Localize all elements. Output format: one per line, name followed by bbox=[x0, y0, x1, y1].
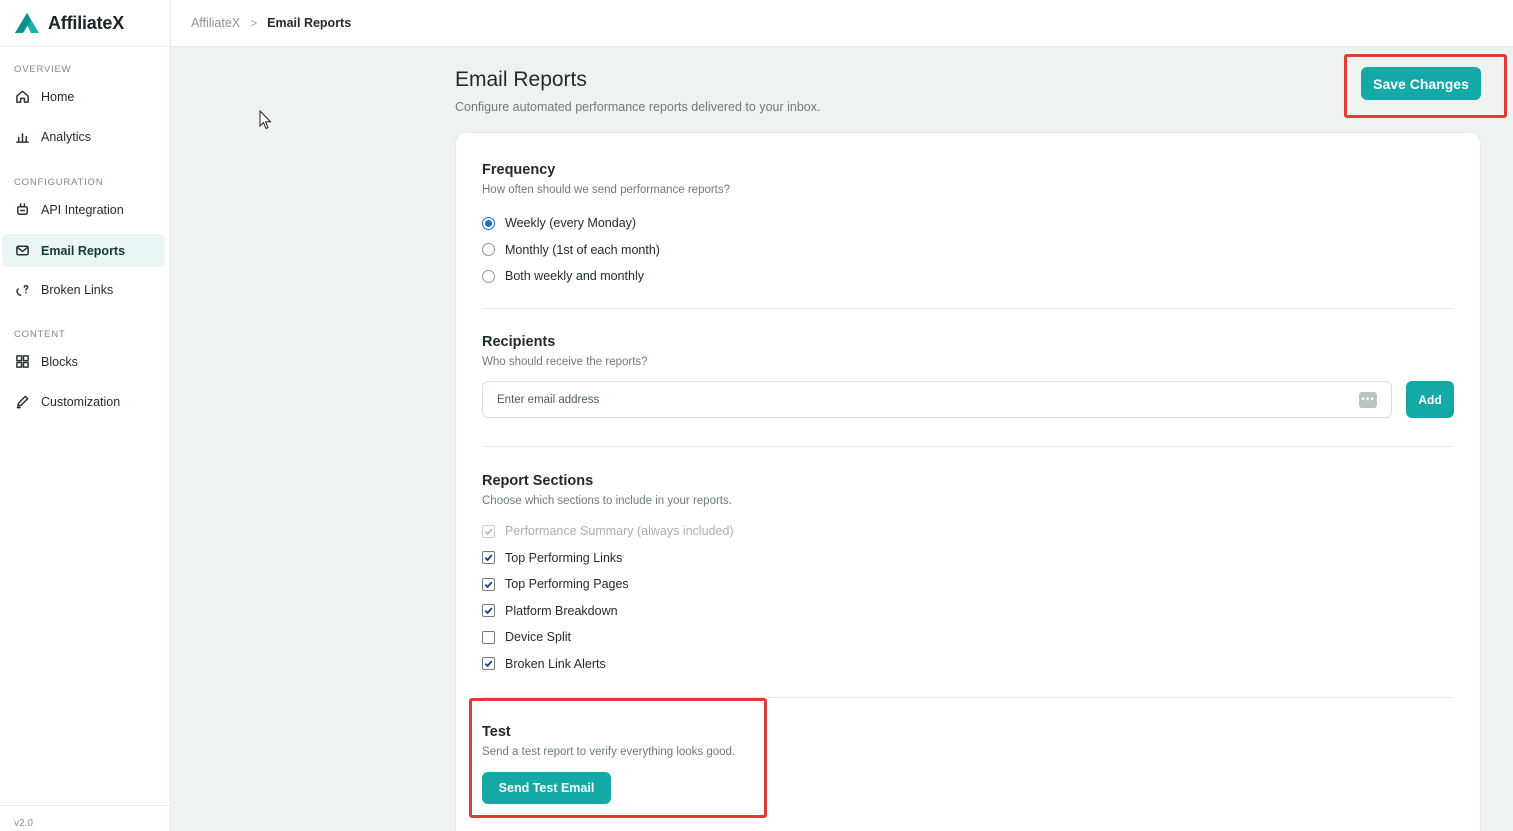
recipients-title: Recipients bbox=[482, 334, 556, 350]
email-field-placeholder: Enter email address bbox=[497, 393, 600, 406]
sidebar-item-api-integration[interactable]: API Integration bbox=[2, 193, 165, 226]
app-version: v2.0 bbox=[0, 805, 170, 831]
page-subtitle: Configure automated performance reports … bbox=[455, 100, 821, 114]
frequency-section: Frequency How often should we send perfo… bbox=[482, 162, 1454, 290]
sidebar-item-email-reports[interactable]: Email Reports bbox=[2, 234, 165, 267]
report-section-top-pages[interactable]: Top Performing Pages bbox=[482, 571, 1454, 598]
brand-name: AffiliateX bbox=[48, 12, 125, 33]
section-divider bbox=[482, 446, 1454, 447]
frequency-option-weekly[interactable]: Weekly (every Monday) bbox=[482, 210, 1454, 237]
report-sections-title: Report Sections bbox=[482, 473, 594, 489]
breadcrumb-root[interactable]: AffiliateX bbox=[191, 16, 240, 30]
checkbox[interactable] bbox=[482, 577, 495, 591]
report-section-label: Top Performing Links bbox=[505, 550, 623, 565]
recipients-subtitle: Who should receive the reports? bbox=[482, 356, 648, 368]
report-section-performance-summary: Performance Summary (always included) bbox=[482, 518, 1454, 545]
checkbox[interactable] bbox=[482, 630, 495, 644]
report-sections-subtitle: Choose which sections to include in your… bbox=[482, 495, 732, 507]
brand[interactable]: AffiliateX bbox=[0, 0, 170, 47]
grid-icon bbox=[14, 354, 30, 370]
save-changes-button[interactable]: Save Changes bbox=[1361, 67, 1481, 100]
breadcrumb-current: Email Reports bbox=[267, 16, 352, 30]
report-section-label: Performance Summary (always included) bbox=[505, 524, 734, 539]
page-title: Email Reports bbox=[455, 68, 587, 91]
test-highlight-outline bbox=[469, 698, 767, 818]
add-recipient-button[interactable]: Add bbox=[1406, 381, 1454, 418]
frequency-title: Frequency bbox=[482, 162, 556, 178]
sidebar-item-blocks[interactable]: Blocks bbox=[2, 345, 165, 378]
sidebar-item-label: Home bbox=[41, 89, 75, 104]
bar-chart-icon bbox=[14, 129, 30, 145]
page-header: Email Reports Configure automated perfor… bbox=[455, 68, 820, 114]
email-field[interactable]: Enter email address ••• bbox=[482, 381, 1393, 418]
checkbox[interactable] bbox=[482, 604, 495, 618]
radio-button[interactable] bbox=[482, 243, 495, 257]
report-section-label: Device Split bbox=[505, 630, 571, 645]
nav-section-content: CONTENT bbox=[14, 329, 66, 340]
radio-button[interactable] bbox=[482, 216, 495, 230]
mouse-cursor-icon bbox=[259, 110, 272, 130]
checkbox bbox=[482, 524, 495, 538]
nav-section-overview: OVERVIEW bbox=[14, 64, 72, 75]
radio-button[interactable] bbox=[482, 269, 495, 283]
checkbox[interactable] bbox=[482, 551, 495, 565]
broken-link-icon bbox=[14, 282, 30, 298]
pencil-icon bbox=[14, 394, 30, 410]
report-section-top-links[interactable]: Top Performing Links bbox=[482, 545, 1454, 572]
recipients-section: Recipients Who should receive the report… bbox=[482, 334, 1454, 418]
report-section-device-split[interactable]: Device Split bbox=[482, 624, 1454, 651]
frequency-option-label: Both weekly and monthly bbox=[505, 269, 644, 284]
sidebar-item-label: Customization bbox=[41, 394, 121, 409]
sidebar-item-home[interactable]: Home bbox=[2, 80, 165, 113]
sidebar-item-broken-links[interactable]: Broken Links bbox=[2, 273, 165, 306]
sidebar-item-label: Email Reports bbox=[41, 243, 126, 258]
frequency-subtitle: How often should we send performance rep… bbox=[482, 184, 731, 196]
report-section-label: Broken Link Alerts bbox=[505, 656, 606, 671]
breadcrumb: AffiliateX > Email Reports bbox=[171, 0, 1513, 47]
report-sections-section: Report Sections Choose which sections to… bbox=[482, 473, 1454, 677]
frequency-option-label: Monthly (1st of each month) bbox=[505, 242, 660, 257]
frequency-option-label: Weekly (every Monday) bbox=[505, 216, 637, 231]
plug-icon bbox=[14, 202, 30, 218]
sidebar-item-customization[interactable]: Customization bbox=[2, 385, 165, 418]
report-section-broken-link-alerts[interactable]: Broken Link Alerts bbox=[482, 651, 1454, 678]
affiliatex-logo-icon bbox=[15, 13, 39, 33]
sidebar: AffiliateX OVERVIEW Home Analytics CONFI… bbox=[0, 0, 171, 831]
breadcrumb-separator: > bbox=[250, 16, 258, 30]
sidebar-item-analytics[interactable]: Analytics bbox=[2, 120, 165, 153]
sidebar-item-label: Analytics bbox=[41, 129, 92, 144]
sidebar-item-label: Blocks bbox=[41, 354, 78, 369]
sidebar-item-label: Broken Links bbox=[41, 282, 114, 297]
nav-section-configuration: CONFIGURATION bbox=[14, 177, 104, 188]
report-section-platform-breakdown[interactable]: Platform Breakdown bbox=[482, 598, 1454, 625]
home-icon bbox=[14, 89, 30, 105]
frequency-option-monthly[interactable]: Monthly (1st of each month) bbox=[482, 237, 1454, 264]
section-divider bbox=[482, 308, 1454, 309]
autofill-dots-icon[interactable]: ••• bbox=[1359, 391, 1378, 408]
mail-icon bbox=[14, 243, 30, 259]
report-section-label: Platform Breakdown bbox=[505, 603, 618, 618]
checkbox[interactable] bbox=[482, 657, 495, 671]
sidebar-item-label: API Integration bbox=[41, 202, 124, 217]
report-section-label: Top Performing Pages bbox=[505, 577, 629, 592]
frequency-option-both[interactable]: Both weekly and monthly bbox=[482, 263, 1454, 290]
